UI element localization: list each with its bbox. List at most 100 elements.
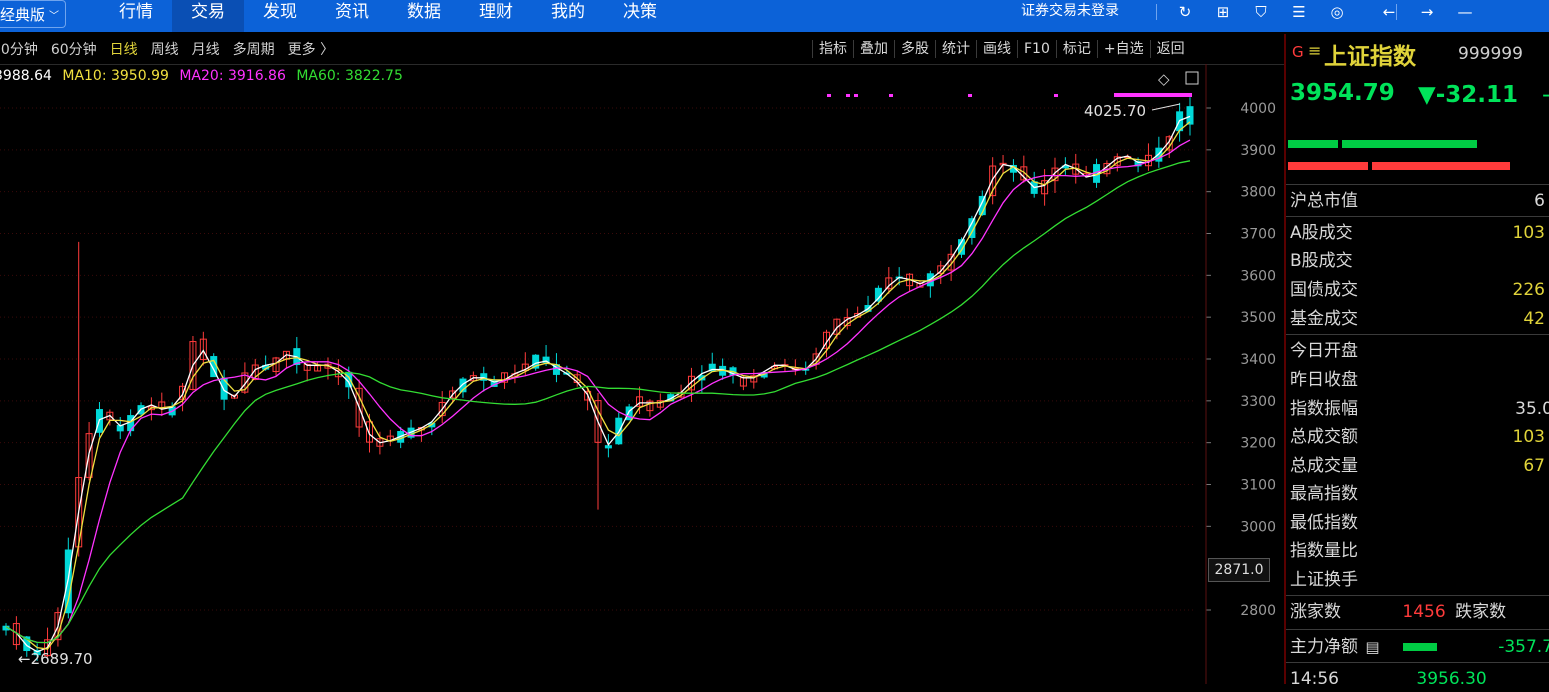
candlestick-chart[interactable]: 4000 3900 3800 3700 3600 3500 3400 3300 3200 3100… <box>0 64 1284 684</box>
main-flow-value: -357.7 <box>1498 637 1549 657</box>
index-name: 上证指数 <box>1324 44 1416 70</box>
stat-row: 最高指数 <box>1290 481 1545 507</box>
period-multi[interactable]: 多周期 <box>233 39 275 59</box>
buy-volume-bar <box>1288 140 1338 148</box>
y-tick-label: 3000 <box>1240 519 1276 535</box>
window-icon <box>1185 71 1199 85</box>
event-marker <box>1054 94 1058 97</box>
stat-label: 基金成交 <box>1290 309 1358 329</box>
section-divider <box>1286 184 1549 185</box>
tool-overlay[interactable]: 叠加 <box>853 40 894 58</box>
shirt-icon[interactable]: ⛉ <box>1242 0 1280 24</box>
stat-label: 最高指数 <box>1290 484 1358 504</box>
period-monthly[interactable]: 月线 <box>192 39 220 59</box>
index-change-pct: - <box>1542 82 1549 108</box>
stat-label: 昨日收盘 <box>1290 370 1358 390</box>
stat-row: 最低指数 <box>1290 510 1545 536</box>
event-marker <box>968 94 972 97</box>
menu-item-trade[interactable]: 交易 <box>172 0 244 32</box>
stat-row: 指数振幅 35.0 <box>1290 396 1549 422</box>
decline-label: 跌家数 <box>1455 602 1507 622</box>
period-tabs: 30分钟 60分钟 日线 周线 月线 多周期 更多 〉 <box>0 34 347 64</box>
back-arrow-icon[interactable]: ← <box>1370 0 1408 24</box>
y-tick-label: 3400 <box>1240 352 1276 368</box>
stat-label: 总成交额 <box>1290 427 1358 447</box>
advance-count: 1456 <box>1402 602 1446 622</box>
toolbar-divider <box>1396 4 1397 20</box>
stat-label: 最低指数 <box>1290 513 1358 533</box>
g-badge-icon: G <box>1292 43 1304 61</box>
stat-label: 总成交量 <box>1290 456 1358 476</box>
y-tick-label: 4000 <box>1240 101 1276 117</box>
tool-mark[interactable]: 标记 <box>1055 40 1097 58</box>
menu-icon[interactable]: ≡ <box>1308 41 1321 60</box>
refresh-icon[interactable]: ↻ <box>1166 0 1204 24</box>
stat-row: 沪总市值 6 <box>1290 188 1545 214</box>
menu-item-news[interactable]: 资讯 <box>316 0 388 32</box>
buy-volume-bar <box>1342 140 1477 148</box>
main-flow-bar <box>1403 643 1437 651</box>
stat-label: 指数振幅 <box>1290 399 1358 419</box>
menu-item-decision[interactable]: 决策 <box>604 0 676 32</box>
y-tick-label: 3300 <box>1240 394 1276 410</box>
period-60min[interactable]: 60分钟 <box>51 39 97 59</box>
menu-item-discover[interactable]: 发现 <box>244 0 316 32</box>
period-weekly[interactable]: 周线 <box>151 39 179 59</box>
candle-body <box>1186 106 1194 125</box>
period-more[interactable]: 更多 〉 <box>288 39 334 59</box>
quote-header: G ≡ 上证指数 999999 <box>1286 34 1549 70</box>
document-icon[interactable]: ▤ <box>1365 638 1379 656</box>
edition-selector[interactable]: 经典版 ﹀ <box>0 0 67 28</box>
minimize-icon[interactable]: — <box>1446 0 1484 24</box>
main-flow-label: 主力净额 <box>1290 637 1358 657</box>
stat-label: 指数量比 <box>1290 541 1358 561</box>
tool-back[interactable]: 返回 <box>1149 40 1191 58</box>
index-price: 3954.79 <box>1290 80 1395 106</box>
window-toolbar: ↻ ⊞ ⛉ ☰ ◎ ← → — <box>1166 0 1484 26</box>
stat-value: 103 <box>1512 427 1545 447</box>
stat-label: 今日开盘 <box>1290 341 1358 361</box>
tool-draw-line[interactable]: 画线 <box>976 40 1017 58</box>
tool-statistics[interactable]: 统计 <box>935 40 976 58</box>
menu-item-finance[interactable]: 理财 <box>460 0 532 32</box>
forward-arrow-icon[interactable]: → <box>1408 0 1446 24</box>
tick-row: 14:56 3956.30 <box>1290 666 1549 692</box>
stat-label: 国债成交 <box>1290 280 1358 300</box>
tick-price: 3956.30 <box>1416 669 1487 689</box>
tool-f10[interactable]: F10 <box>1017 40 1056 58</box>
candle-body <box>604 445 612 449</box>
menu-item-mine[interactable]: 我的 <box>532 0 604 32</box>
chevron-down-icon: ﹀ <box>49 10 60 22</box>
stat-row: 今日开盘 <box>1290 338 1545 364</box>
period-daily[interactable]: 日线 <box>110 39 138 59</box>
advance-label: 涨家数 <box>1290 602 1341 622</box>
stat-value: 226 <box>1512 280 1545 300</box>
settings-icon[interactable]: ◎ <box>1318 0 1356 24</box>
ma10-line <box>5 121 1191 650</box>
stat-row: B股成交 <box>1290 248 1545 274</box>
low-price-marker: ←2689.70 <box>18 650 93 668</box>
menu-item-data[interactable]: 数据 <box>388 0 460 32</box>
tool-multi-stock[interactable]: 多股 <box>894 40 935 58</box>
y-tick-label: 3900 <box>1240 143 1276 159</box>
sell-volume-bar <box>1288 162 1368 170</box>
price-axis: 4000 3900 3800 3700 3600 3500 3400 3300 3200 3100… <box>1205 64 1276 684</box>
stat-row: A股成交 103 <box>1290 220 1545 246</box>
stat-row: 指数量比 <box>1290 538 1545 564</box>
login-status[interactable]: 证券交易未登录 <box>1021 0 1119 26</box>
menu-item-market[interactable]: 行情 <box>100 0 172 32</box>
diamond-icon: ◇ <box>1158 70 1170 88</box>
period-30min[interactable]: 30分钟 <box>0 39 38 59</box>
stat-value: 67 <box>1523 456 1545 476</box>
tool-indicator[interactable]: 指标 <box>812 40 853 58</box>
advance-decline-row: 涨家数 1456 跌家数 <box>1290 599 1506 625</box>
stat-value: 42 <box>1523 309 1545 329</box>
list-icon[interactable]: ☰ <box>1280 0 1318 24</box>
candlestick-series <box>2 97 1194 661</box>
tool-add-watchlist[interactable]: +自选 <box>1096 40 1150 58</box>
stat-value: 103 <box>1512 223 1545 243</box>
stat-value: 35.0 <box>1515 399 1549 419</box>
section-divider <box>1286 334 1549 335</box>
layout-icon[interactable]: ⊞ <box>1204 0 1242 24</box>
edition-label: 经典版 <box>0 5 46 24</box>
